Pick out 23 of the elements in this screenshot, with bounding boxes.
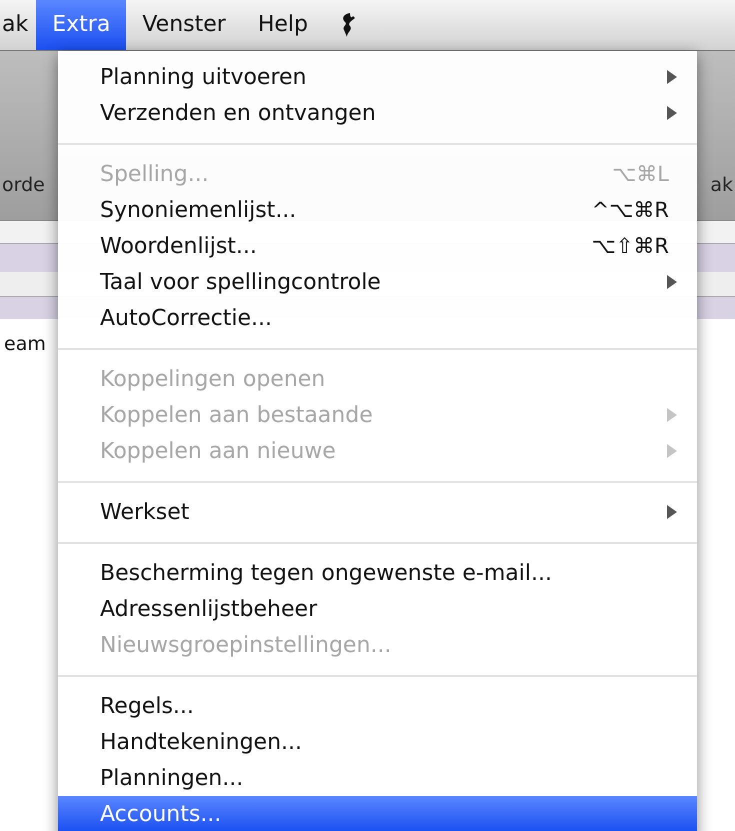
menu-item[interactable]: Synoniemenlijst... ^⌥⌘R xyxy=(58,192,697,228)
menu-item[interactable]: Planningen... xyxy=(58,760,697,796)
toolbar-label[interactable]: ak xyxy=(710,174,733,196)
menu-title[interactable]: Help xyxy=(242,0,324,50)
menu-item[interactable]: AutoCorrectie... xyxy=(58,300,697,336)
shortcut-text: ⌥⌘L xyxy=(612,162,669,186)
menu-item[interactable]: Handtekeningen... xyxy=(58,724,697,760)
menu-item[interactable]: Planning uitvoeren xyxy=(58,59,697,95)
menu-title[interactable]: ak xyxy=(0,0,36,50)
menu-item[interactable]: Werkset xyxy=(58,494,697,530)
menu-item[interactable]: Taal voor spellingcontrole xyxy=(58,264,697,300)
menu-title[interactable]: Venster xyxy=(126,0,242,50)
menu-item[interactable]: Adressenlijstbeheer xyxy=(58,591,697,627)
menu-title[interactable]: Extra xyxy=(36,0,126,50)
toolbar-label[interactable]: orde xyxy=(2,174,45,196)
list-text: eam xyxy=(4,333,46,355)
menu-item[interactable]: Woordenlijst... ⌥⇧⌘R xyxy=(58,228,697,264)
menu-item[interactable]: Verzenden en ontvangen xyxy=(58,95,697,131)
menu-item[interactable]: Regels... xyxy=(58,688,697,724)
menu-item[interactable]: Accounts... xyxy=(58,796,697,831)
shortcut-text: ⌥⇧⌘R xyxy=(592,234,669,258)
shortcut-text: ^⌥⌘R xyxy=(592,198,669,222)
menu-item[interactable]: Bescherming tegen ongewenste e-mail... xyxy=(58,555,697,591)
